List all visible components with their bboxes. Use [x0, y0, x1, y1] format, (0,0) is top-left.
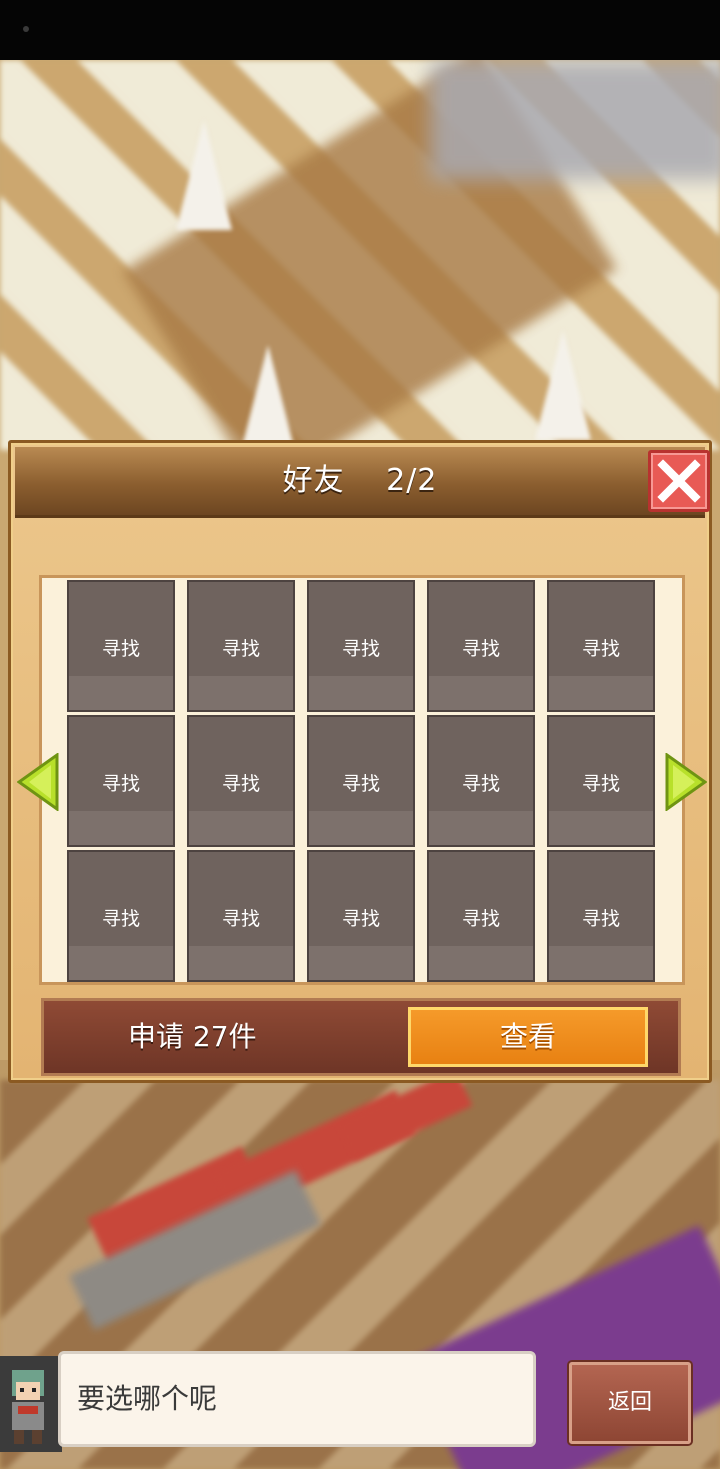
slot-footer [309, 676, 413, 710]
slot-footer [189, 946, 293, 980]
slot-label: 寻找 [341, 773, 380, 795]
snow-tree [240, 345, 296, 455]
slot-label: 寻找 [581, 908, 620, 930]
slot-footer [309, 811, 413, 845]
slot-footer [69, 676, 173, 710]
slot-label: 寻找 [341, 908, 380, 930]
slot-footer [189, 811, 293, 845]
slot-label: 寻找 [221, 638, 260, 660]
slot-label: 寻找 [101, 638, 140, 660]
slot-label: 寻找 [461, 638, 500, 660]
slot-footer [189, 676, 293, 710]
friend-slot[interactable]: 寻找 [67, 580, 175, 712]
snow-tree [176, 120, 232, 230]
status-dot-icon [23, 26, 29, 32]
view-requests-button[interactable]: 查看 [408, 1007, 648, 1067]
friend-slot[interactable]: 寻找 [67, 715, 175, 847]
friends-dialog: 好友 2/2 寻找 寻找 寻找 寻找 寻找 寻找 寻找 寻找 寻找 寻找 寻找 寻找 寻找 寻找 寻找 申请… [8, 440, 712, 1083]
dialog-title: 好友 2/2 [282, 463, 438, 498]
friend-slot[interactable]: 寻找 [187, 580, 295, 712]
slot-label: 寻找 [101, 773, 140, 795]
slot-footer [429, 676, 533, 710]
slot-label: 寻找 [221, 908, 260, 930]
status-bar [0, 0, 720, 60]
slot-label: 寻找 [101, 908, 140, 930]
slot-label: 寻找 [461, 908, 500, 930]
close-button[interactable] [648, 450, 710, 512]
friend-slot[interactable]: 寻找 [307, 580, 415, 712]
dialog-title-bar: 好友 2/2 [15, 447, 710, 518]
message-text: 要选哪个呢 [77, 1382, 218, 1415]
arrow-right-icon[interactable] [663, 753, 707, 811]
slot-label: 寻找 [581, 773, 620, 795]
friend-grid: 寻找 寻找 寻找 寻找 寻找 寻找 寻找 寻找 寻找 寻找 寻找 寻找 寻找 寻找 寻找 [39, 575, 685, 985]
arrow-left-icon[interactable] [17, 753, 61, 811]
friend-slot[interactable]: 寻找 [427, 580, 535, 712]
friend-slot[interactable]: 寻找 [427, 850, 535, 982]
friend-slot[interactable]: 寻找 [547, 580, 655, 712]
slot-footer [429, 811, 533, 845]
friend-slot[interactable]: 寻找 [67, 850, 175, 982]
character-portrait [0, 1356, 62, 1452]
slot-footer [549, 946, 653, 980]
snow-tree [535, 330, 591, 440]
slot-footer [69, 811, 173, 845]
friend-slot[interactable]: 寻找 [187, 850, 295, 982]
slot-footer [549, 676, 653, 710]
friend-slot[interactable]: 寻找 [307, 715, 415, 847]
slot-footer [309, 946, 413, 980]
close-x-icon [657, 459, 701, 503]
slot-footer [429, 946, 533, 980]
back-button[interactable]: 返回 [569, 1362, 691, 1444]
slot-footer [549, 811, 653, 845]
friend-slot[interactable]: 寻找 [547, 850, 655, 982]
message-box: 要选哪个呢 [58, 1351, 536, 1447]
snow-shadow [430, 60, 720, 180]
slot-label: 寻找 [341, 638, 380, 660]
slot-label: 寻找 [221, 773, 260, 795]
requests-bar: 申请 27件 查看 [41, 998, 681, 1076]
friend-slot[interactable]: 寻找 [307, 850, 415, 982]
slot-footer [69, 946, 173, 980]
friend-slot[interactable]: 寻找 [187, 715, 295, 847]
requests-count: 申请 27件 [128, 1020, 257, 1053]
friend-slot[interactable]: 寻找 [547, 715, 655, 847]
friend-slot[interactable]: 寻找 [427, 715, 535, 847]
slot-label: 寻找 [461, 773, 500, 795]
slot-label: 寻找 [581, 638, 620, 660]
